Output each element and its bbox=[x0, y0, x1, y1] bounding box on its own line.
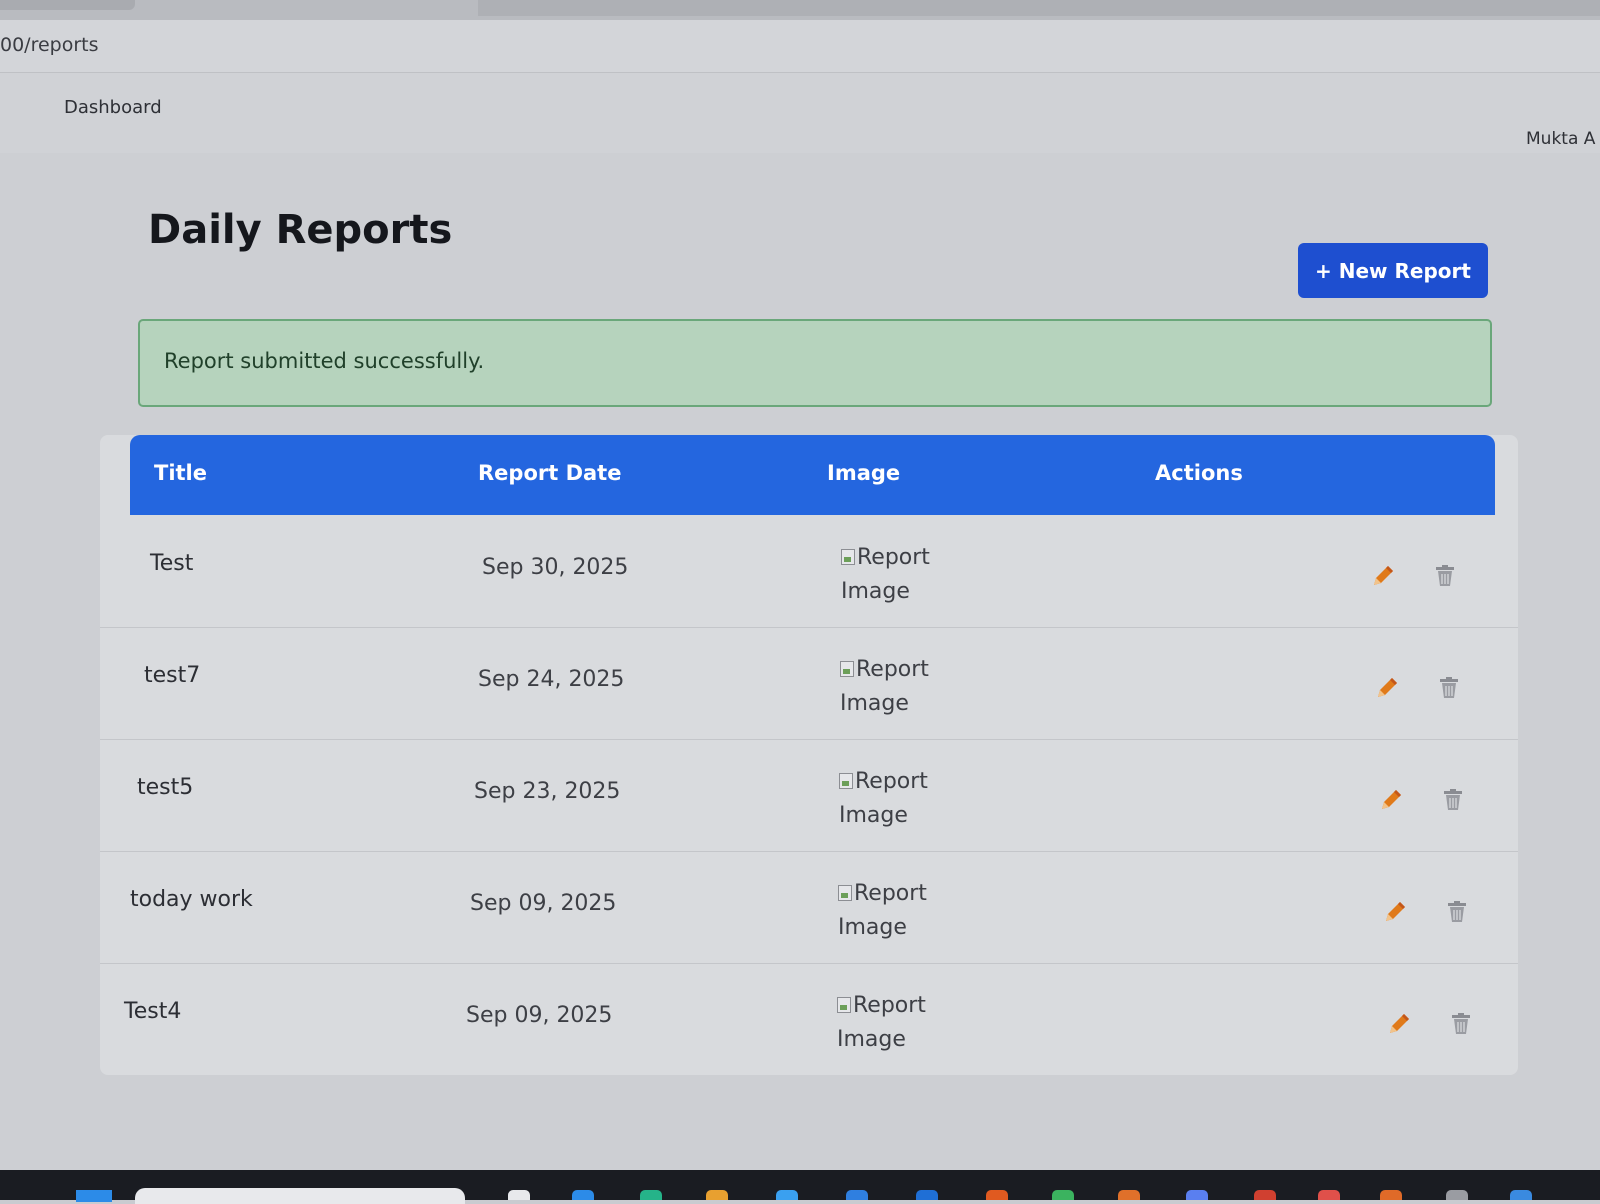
broken-image-icon bbox=[837, 997, 851, 1013]
os-taskbar bbox=[0, 1170, 1600, 1204]
taskbar-app-icon[interactable] bbox=[1446, 1190, 1468, 1200]
taskbar-app-icon[interactable] bbox=[508, 1190, 530, 1200]
row-title: test7 bbox=[144, 663, 201, 688]
table-row: today work Sep 09, 2025 Report Image bbox=[100, 851, 1518, 964]
taskbar-app-icon[interactable] bbox=[846, 1190, 868, 1200]
row-title: Test bbox=[150, 551, 194, 576]
row-image: Report Image bbox=[837, 989, 947, 1057]
trash-icon[interactable] bbox=[1430, 561, 1460, 591]
windows-start-icon[interactable] bbox=[76, 1190, 112, 1202]
taskbar-app-icon[interactable] bbox=[776, 1190, 798, 1200]
edit-icon[interactable] bbox=[1384, 1009, 1414, 1039]
taskbar-app-icon[interactable] bbox=[572, 1190, 594, 1200]
browser-tab-strip bbox=[0, 0, 1600, 20]
taskbar-app-icon[interactable] bbox=[1510, 1190, 1532, 1200]
address-bar[interactable]: 00/reports bbox=[0, 20, 1600, 73]
taskbar-app-icon[interactable] bbox=[640, 1190, 662, 1200]
taskbar-search-box[interactable] bbox=[135, 1188, 465, 1204]
reports-table: Title Report Date Image Actions Test Sep… bbox=[100, 435, 1518, 1075]
taskbar-app-icon[interactable] bbox=[916, 1190, 938, 1200]
trash-icon[interactable] bbox=[1434, 673, 1464, 703]
row-image: Report Image bbox=[839, 765, 949, 833]
row-image: Report Image bbox=[838, 877, 948, 945]
nav-dashboard-link[interactable]: Dashboard bbox=[64, 97, 162, 118]
broken-image-icon bbox=[839, 773, 853, 789]
row-date: Sep 24, 2025 bbox=[478, 667, 625, 692]
top-navbar: Dashboard Mukta A bbox=[0, 73, 1600, 153]
row-date: Sep 09, 2025 bbox=[466, 1003, 613, 1028]
row-image: Report Image bbox=[840, 653, 950, 721]
browser-tab-bar bbox=[478, 0, 1600, 16]
row-title: Test4 bbox=[124, 999, 182, 1024]
row-image: Report Image bbox=[841, 541, 951, 609]
new-report-button[interactable]: + New Report bbox=[1298, 243, 1488, 298]
row-date: Sep 30, 2025 bbox=[482, 555, 629, 580]
column-header-date: Report Date bbox=[478, 461, 622, 485]
edit-icon[interactable] bbox=[1372, 673, 1402, 703]
user-name[interactable]: Mukta A bbox=[1526, 129, 1595, 149]
main-content: Daily Reports + New Report Report submit… bbox=[0, 153, 1600, 1170]
trash-icon[interactable] bbox=[1446, 1009, 1476, 1039]
broken-image-icon bbox=[840, 661, 854, 677]
table-row: Test Sep 30, 2025 Report Image bbox=[100, 515, 1518, 628]
taskbar-app-icon[interactable] bbox=[1052, 1190, 1074, 1200]
column-header-image: Image bbox=[827, 461, 901, 485]
trash-icon[interactable] bbox=[1442, 897, 1472, 927]
alert-message: Report submitted successfully. bbox=[164, 349, 485, 373]
row-date: Sep 23, 2025 bbox=[474, 779, 621, 804]
broken-image-icon bbox=[841, 549, 855, 565]
table-row: test7 Sep 24, 2025 Report Image bbox=[100, 627, 1518, 740]
taskbar-app-icon[interactable] bbox=[1318, 1190, 1340, 1200]
taskbar-app-icon[interactable] bbox=[706, 1190, 728, 1200]
taskbar-app-icon[interactable] bbox=[1118, 1190, 1140, 1200]
taskbar-app-icon[interactable] bbox=[986, 1190, 1008, 1200]
column-header-title: Title bbox=[154, 461, 208, 485]
browser-tab[interactable] bbox=[0, 0, 135, 10]
table-row: test5 Sep 23, 2025 Report Image bbox=[100, 739, 1518, 852]
column-header-actions: Actions bbox=[1155, 461, 1243, 485]
edit-icon[interactable] bbox=[1380, 897, 1410, 927]
broken-image-icon bbox=[838, 885, 852, 901]
edit-icon[interactable] bbox=[1368, 561, 1398, 591]
taskbar-app-icon[interactable] bbox=[1186, 1190, 1208, 1200]
taskbar-app-icon[interactable] bbox=[1380, 1190, 1402, 1200]
row-date: Sep 09, 2025 bbox=[470, 891, 617, 916]
edit-icon[interactable] bbox=[1376, 785, 1406, 815]
url-text[interactable]: 00/reports bbox=[0, 34, 99, 56]
row-title: today work bbox=[130, 887, 253, 912]
row-title: test5 bbox=[137, 775, 194, 800]
trash-icon[interactable] bbox=[1438, 785, 1468, 815]
table-row: Test4 Sep 09, 2025 Report Image bbox=[100, 963, 1518, 1075]
table-header: Title Report Date Image Actions bbox=[130, 435, 1495, 515]
taskbar-app-icon[interactable] bbox=[1254, 1190, 1276, 1200]
page-title: Daily Reports bbox=[148, 207, 453, 253]
success-alert: Report submitted successfully. bbox=[138, 319, 1492, 407]
